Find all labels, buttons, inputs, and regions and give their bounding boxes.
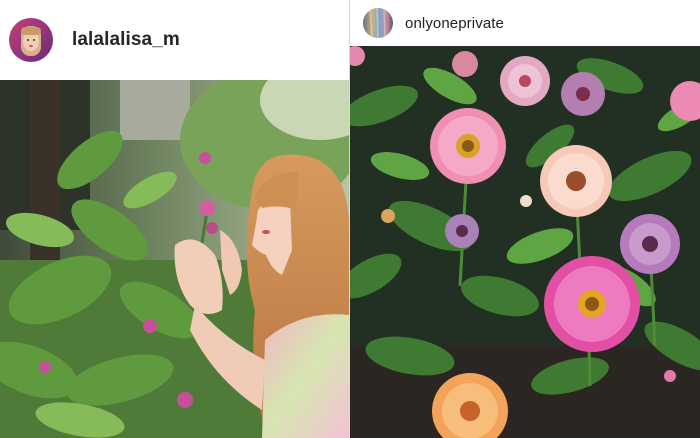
username[interactable]: lalalalisa_m	[72, 29, 180, 51]
profile-avatar-icon[interactable]	[9, 18, 53, 62]
zinnia-flower-garden-photo	[350, 46, 700, 438]
woman-smelling-flowers-photo	[0, 80, 349, 438]
right-post: onlyoneprivate	[350, 0, 700, 438]
left-post: lalalalisa_m	[0, 0, 349, 438]
username[interactable]: onlyoneprivate	[405, 15, 504, 32]
post-header: lalalalisa_m	[0, 0, 349, 80]
post-header: onlyoneprivate	[350, 0, 700, 46]
profile-avatar-icon[interactable]	[363, 8, 393, 38]
